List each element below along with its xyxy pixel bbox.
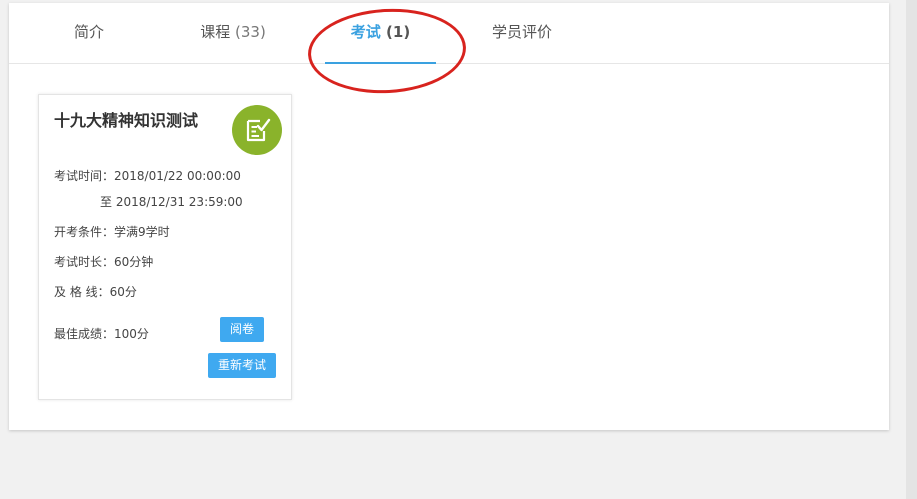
exam-best-score-row: 最佳成绩：100分: [54, 325, 149, 342]
exam-time-row: 考试时间：2018/01/22 00:00:00: [54, 167, 241, 184]
exam-best-score-value: 100分: [114, 327, 149, 341]
tab-exams[interactable]: 考试 (1): [325, 3, 436, 64]
tab-courses-count: (33): [235, 23, 266, 41]
exam-pass-value: 60分: [109, 285, 137, 299]
tab-bar: 简介 课程 (33) 考试 (1) 学员评价: [9, 3, 889, 64]
tab-exams-count: (1): [386, 23, 411, 41]
tab-reviews[interactable]: 学员评价: [488, 3, 556, 63]
exam-condition-label: 开考条件：: [54, 225, 115, 239]
right-scroll-area: [906, 0, 917, 499]
tab-courses-label: 课程: [200, 23, 231, 41]
exam-condition-row: 开考条件：学满9学时: [54, 223, 170, 240]
exam-time-start: 2018/01/22 00:00:00: [114, 169, 241, 183]
exam-best-score-label: 最佳成绩：: [54, 327, 115, 341]
tab-intro[interactable]: 简介: [72, 3, 106, 63]
tab-exams-label: 考试: [350, 23, 381, 41]
exam-condition-value: 学满9学时: [114, 225, 170, 239]
exam-pass-label: 及 格 线：: [54, 285, 110, 299]
course-detail-panel: 简介 课程 (33) 考试 (1) 学员评价 十九大精神知识测试 考试时间：20…: [9, 3, 889, 430]
tab-courses[interactable]: 课程 (33): [199, 3, 267, 63]
exam-time-end: 至 2018/12/31 23:59:00: [100, 195, 243, 209]
exam-title: 十九大精神知识测试: [54, 111, 199, 130]
exam-card: 十九大精神知识测试 考试时间：2018/01/22 00:00:00 至 201…: [38, 94, 292, 400]
tab-intro-label: 简介: [73, 23, 104, 41]
exam-paper-check-icon: [232, 105, 282, 155]
review-paper-button[interactable]: 阅卷: [220, 317, 264, 342]
exam-time-label: 考试时间：: [54, 169, 115, 183]
exam-duration-row: 考试时长：60分钟: [54, 253, 153, 270]
exam-duration-value: 60分钟: [114, 255, 154, 269]
exam-pass-row: 及 格 线：60分: [54, 283, 137, 300]
retake-exam-button[interactable]: 重新考试: [208, 353, 276, 378]
exam-duration-label: 考试时长：: [54, 255, 115, 269]
tab-reviews-label: 学员评价: [491, 23, 552, 41]
